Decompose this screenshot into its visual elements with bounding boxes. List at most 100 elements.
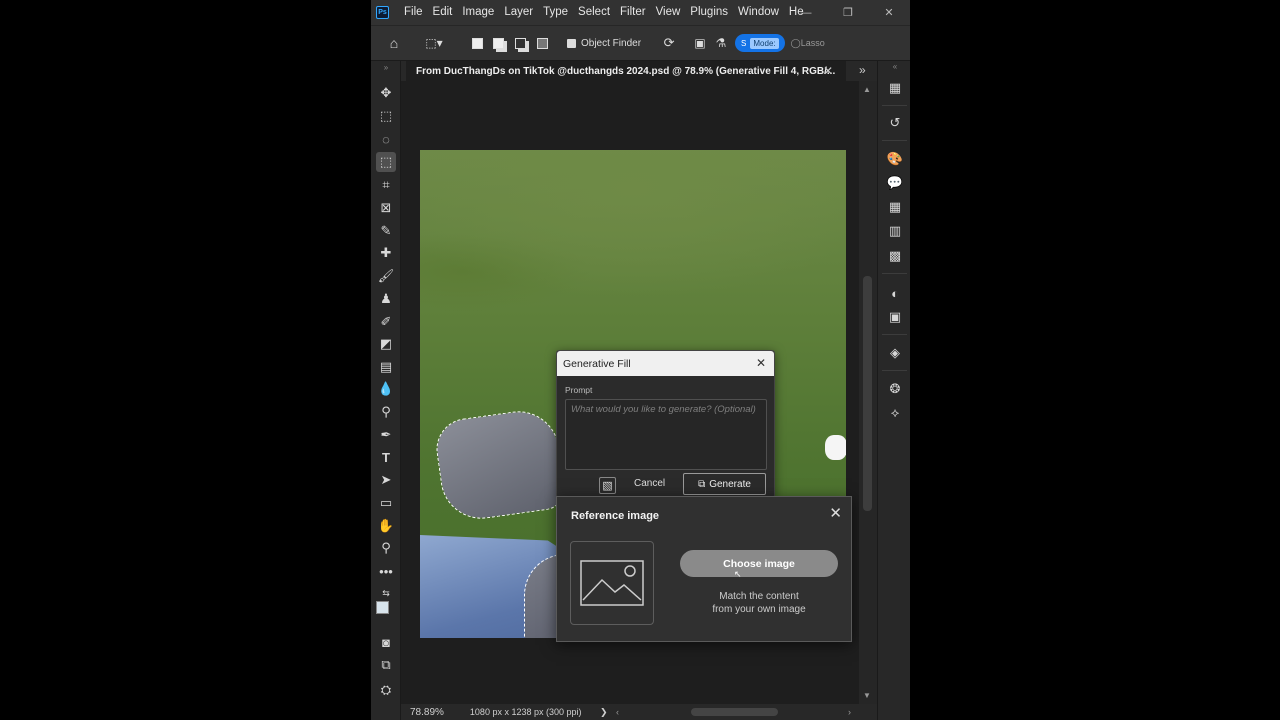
refresh-icon[interactable]: ⟳ bbox=[657, 31, 681, 55]
move-tool-icon[interactable]: ✥ bbox=[376, 83, 396, 103]
object-finder-checkbox[interactable]: Object Finder bbox=[567, 31, 641, 55]
show-all-objects-icon[interactable]: ▣ bbox=[689, 31, 711, 55]
menu-file[interactable]: File bbox=[399, 0, 428, 25]
minimize-button[interactable]: — bbox=[791, 0, 821, 25]
zoom-tool-icon[interactable]: ⚲ bbox=[376, 538, 396, 558]
new-selection-icon[interactable] bbox=[467, 31, 487, 55]
generative-fill-title: Generative Fill bbox=[563, 357, 631, 370]
scroll-down-icon[interactable]: ▼ bbox=[863, 691, 871, 700]
close-popover-icon[interactable]: ✕ bbox=[829, 504, 842, 522]
menu-bar: Ps File Edit Image Layer Type Select Fil… bbox=[371, 0, 910, 25]
scroll-up-icon[interactable]: ▲ bbox=[863, 85, 871, 94]
generate-icon: ⧉ bbox=[698, 478, 706, 490]
panel-expand-icon[interactable]: » bbox=[859, 63, 866, 77]
object-selection-tool-icon[interactable]: ⬚ bbox=[376, 152, 396, 172]
horizontal-scroll-thumb[interactable] bbox=[691, 708, 778, 716]
intersect-selection-icon[interactable] bbox=[531, 31, 553, 55]
menu-view[interactable]: View bbox=[651, 0, 686, 25]
close-window-button[interactable]: ✕ bbox=[874, 0, 904, 25]
menu-layer[interactable]: Layer bbox=[499, 0, 538, 25]
vertical-scrollbar[interactable]: ▲ ▼ bbox=[859, 81, 877, 704]
prompt-label: Prompt bbox=[565, 385, 593, 395]
collapse-panels-icon[interactable]: « bbox=[886, 57, 904, 75]
more-tools-icon[interactable]: ••• bbox=[376, 561, 396, 581]
lasso-icon: ◯ bbox=[790, 37, 801, 48]
mode-toggle[interactable]: S Mode: bbox=[735, 31, 785, 55]
rectangle-tool-icon[interactable]: ▭ bbox=[376, 493, 396, 513]
hand-tool-icon[interactable]: ✋ bbox=[376, 516, 396, 536]
zoom-level[interactable]: 78.89% bbox=[410, 707, 444, 718]
path-selection-tool-icon[interactable]: ➤ bbox=[376, 470, 396, 490]
share-icon[interactable]: ⛭ bbox=[376, 680, 396, 700]
healing-brush-tool-icon[interactable]: ✚ bbox=[376, 243, 396, 263]
type-tool-icon[interactable]: T bbox=[376, 447, 396, 467]
lasso-tool-icon[interactable]: ◌ bbox=[376, 129, 396, 149]
menu-type[interactable]: Type bbox=[538, 0, 573, 25]
canvas-area[interactable]: Generative Fill ✕ Prompt What would you … bbox=[401, 81, 859, 704]
scroll-right-icon[interactable]: › bbox=[848, 707, 851, 717]
menu-plugins[interactable]: Plugins bbox=[685, 0, 733, 25]
channels-icon[interactable]: ❂ bbox=[886, 380, 904, 398]
layers-icon[interactable]: ◈ bbox=[886, 344, 904, 362]
status-menu-icon[interactable]: ❯ bbox=[600, 707, 608, 718]
blur-tool-icon[interactable]: 💧 bbox=[376, 379, 396, 399]
selected-shirt-region bbox=[432, 405, 568, 525]
gradient-tool-icon[interactable]: ▤ bbox=[376, 357, 396, 377]
reference-image-popover: Reference image ✕ Choose image ↖ Match t… bbox=[556, 496, 852, 642]
collapse-toolbar-icon[interactable]: » bbox=[376, 57, 396, 77]
maximize-button[interactable]: ❐ bbox=[833, 0, 863, 25]
cancel-button[interactable]: Cancel bbox=[634, 478, 665, 489]
stamp-tool-icon[interactable]: ♟ bbox=[376, 289, 396, 309]
flask-icon[interactable]: ⚗ bbox=[711, 31, 731, 55]
close-tab-icon[interactable]: ✕ bbox=[823, 61, 833, 81]
lasso-mode-select[interactable]: ◯ Lasso bbox=[791, 31, 825, 55]
screen-mode-icon[interactable]: ⧉ bbox=[376, 655, 396, 675]
tools-panel: » ✥ ⬚ ◌ ⬚ ⌗ ⊠ ✎ ✚ 🖌 ♟ ✐ ◩ ▤ 💧 ⚲ ✒ T ➤ ▭ … bbox=[371, 61, 401, 720]
foreground-color-swatch[interactable] bbox=[376, 601, 389, 614]
home-icon[interactable]: ⌂ bbox=[379, 31, 409, 55]
history-brush-tool-icon[interactable]: ✐ bbox=[376, 312, 396, 332]
marquee-tool-icon[interactable]: ⬚ bbox=[376, 106, 396, 126]
color-palette-icon[interactable]: 🎨 bbox=[886, 150, 904, 168]
gradients-icon[interactable]: ▥ bbox=[886, 222, 904, 240]
choose-image-button[interactable]: Choose image bbox=[680, 550, 838, 577]
menu-window[interactable]: Window bbox=[733, 0, 784, 25]
document-info: 1080 px x 1238 px (300 ppi) bbox=[469, 707, 582, 717]
prompt-input[interactable]: What would you like to generate? (Option… bbox=[565, 399, 767, 470]
document-tab-title: From DucThangDs on TikTok @ducthangds 20… bbox=[416, 65, 836, 77]
pen-tool-icon[interactable]: ✒ bbox=[376, 425, 396, 445]
comments-icon[interactable]: 💬 bbox=[886, 174, 904, 192]
dodge-tool-icon[interactable]: ⚲ bbox=[376, 402, 396, 422]
object-selection-preset-icon[interactable]: ⬚▾ bbox=[417, 31, 451, 55]
subtract-selection-icon[interactable] bbox=[509, 31, 531, 55]
swatches-icon[interactable]: ▦ bbox=[886, 198, 904, 216]
eyedropper-tool-icon[interactable]: ✎ bbox=[376, 221, 396, 241]
libraries-icon[interactable]: ▦ bbox=[886, 79, 904, 97]
reference-image-title: Reference image bbox=[571, 510, 660, 522]
add-selection-icon[interactable] bbox=[487, 31, 509, 55]
adjustments-icon[interactable]: ◐ bbox=[886, 284, 904, 302]
photoshop-window: Ps File Edit Image Layer Type Select Fil… bbox=[371, 0, 910, 720]
mode-pill-text: S bbox=[741, 38, 747, 48]
menu-select[interactable]: Select bbox=[573, 0, 615, 25]
eraser-tool-icon[interactable]: ◩ bbox=[376, 334, 396, 354]
properties-icon[interactable]: ▣ bbox=[886, 308, 904, 326]
menu-image[interactable]: Image bbox=[457, 0, 499, 25]
quick-mask-icon[interactable]: ◙ bbox=[376, 632, 396, 652]
brush-tool-icon[interactable]: 🖌 bbox=[376, 266, 396, 286]
generate-button[interactable]: ⧉ Generate bbox=[683, 473, 766, 495]
patterns-icon[interactable]: ▩ bbox=[886, 247, 904, 265]
document-tab[interactable]: From DucThangDs on TikTok @ducthangds 20… bbox=[406, 61, 846, 81]
generate-label: Generate bbox=[709, 478, 751, 490]
frame-tool-icon[interactable]: ⊠ bbox=[376, 198, 396, 218]
vertical-scroll-thumb[interactable] bbox=[863, 276, 872, 511]
menu-edit[interactable]: Edit bbox=[428, 0, 458, 25]
crop-tool-icon[interactable]: ⌗ bbox=[376, 175, 396, 195]
paths-icon[interactable]: ⟡ bbox=[886, 404, 904, 422]
scroll-left-icon[interactable]: ‹ bbox=[616, 707, 619, 717]
reference-image-icon[interactable]: ▧ bbox=[599, 477, 616, 494]
close-dialog-icon[interactable]: ✕ bbox=[756, 356, 766, 370]
swap-colors-icon[interactable]: ⇆ bbox=[376, 583, 396, 603]
menu-filter[interactable]: Filter bbox=[615, 0, 651, 25]
history-icon[interactable]: ↺ bbox=[886, 114, 904, 132]
